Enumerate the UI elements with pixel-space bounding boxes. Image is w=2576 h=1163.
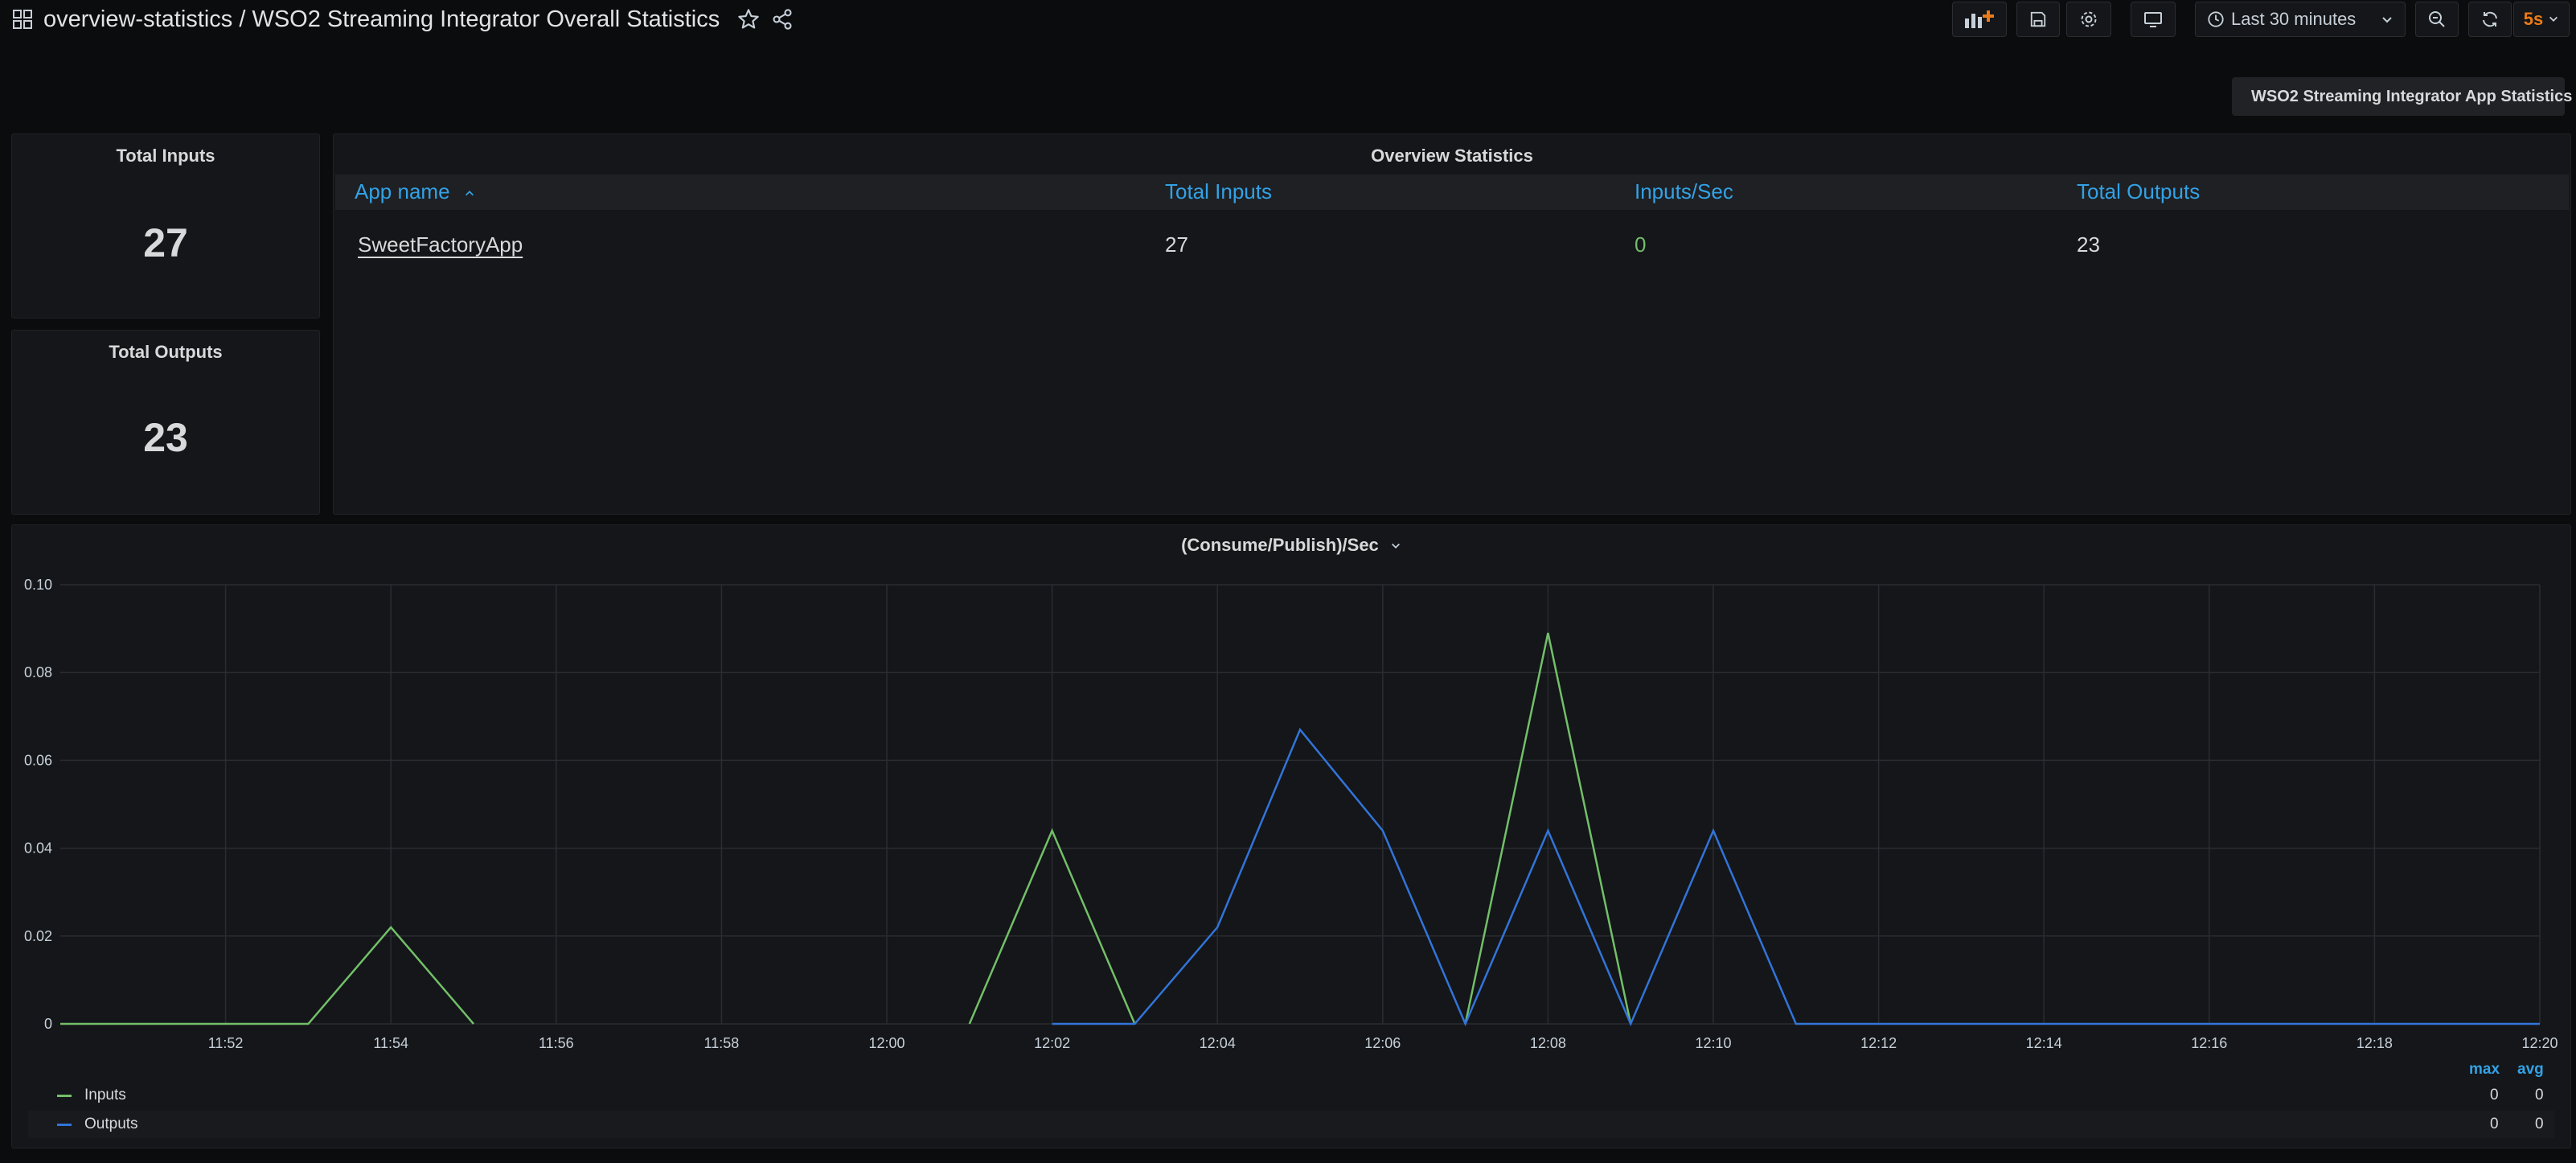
table-header: App name Total Inputs Inputs/Sec Total O… [335,175,2569,210]
zoom-out-icon [2429,11,2445,27]
legend-item-outputs[interactable]: Outputs [28,1111,2554,1138]
view-mode-button[interactable] [2131,2,2176,37]
x-tick-label: 12:00 [868,1035,904,1048]
sort-ascending-icon [465,191,474,196]
column-header-app-name[interactable]: App name [355,179,475,204]
legend-swatch-inputs [57,1094,72,1097]
legend-label-outputs: Outputs [84,1116,138,1132]
total-outputs-title: Total Outputs [109,342,223,362]
apps-icon[interactable] [13,10,32,29]
chevron-down-icon [2382,17,2392,23]
legend-outputs-avg: 0 [2535,1116,2544,1132]
series-line-outputs [1052,727,2540,1027]
y-tick-label: 0.04 [24,840,52,857]
total-outputs-panel: Total Outputs 23 [11,330,320,515]
add-panel-button[interactable] [1952,2,2007,37]
x-tick-label: 11:52 [208,1035,244,1048]
total-outputs-value: 23 [143,415,188,460]
legend-inputs-max: 0 [2490,1087,2499,1103]
legend-header-max[interactable]: max [2469,1061,2500,1079]
zoom-out-button[interactable] [2415,2,2459,37]
gear-icon [2081,11,2097,27]
x-tick-label: 12:06 [1364,1035,1401,1048]
x-tick-label: 12:08 [1530,1035,1566,1048]
top-bar: overview-statistics / WSO2 Streaming Int… [0,0,2576,42]
y-tick-label: 0.06 [24,752,52,768]
column-header-inputs-per-sec[interactable]: Inputs/Sec [1635,179,1733,204]
refresh-interval-label: 5s [2523,9,2544,29]
refresh-icon [2483,11,2497,27]
consume-publish-chart-panel: (Consume/Publish)/Sec 0 0.02 0.04 0.06 0.08 0… [11,524,2571,1149]
app-statistics-link-label: WSO2 Streaming Integrator App Statistics [2251,87,2573,105]
line-chart[interactable]: 0 0.02 0.04 0.06 0.08 0.10 11:52 11:54 11:56 11:5… [12,525,2572,1048]
time-range-label: Last 30 minutes [2231,9,2357,29]
legend-header-avg[interactable]: avg [2517,1061,2544,1079]
column-header-total-inputs[interactable]: Total Inputs [1165,179,1272,204]
app-statistics-link-button[interactable]: WSO2 Streaming Integrator App Statistics [2232,77,2572,116]
refresh-interval-chevron-icon [2549,16,2558,22]
time-range-picker[interactable]: Last 30 minutes [2195,2,2406,37]
y-tick-label: 0.10 [24,577,52,593]
tv-icon [2144,12,2162,27]
legend-inputs-avg: 0 [2535,1087,2544,1103]
share-icon[interactable] [771,8,794,31]
y-tick-label: 0.08 [24,664,52,680]
column-header-total-outputs[interactable]: Total Outputs [2077,179,2200,204]
x-tick-label: 12:02 [1034,1035,1070,1048]
x-tick-label: 11:58 [704,1035,740,1048]
total-inputs-title: Total Inputs [116,146,215,166]
add-panel-icon [1965,10,1994,28]
x-tick-label: 12:04 [1200,1035,1236,1048]
total-inputs-value: 27 [143,220,188,265]
x-tick-label: 12:12 [1860,1035,1897,1048]
series-line-inputs [60,925,474,1025]
clock-icon [2208,11,2224,27]
cell-inputs-per-sec: 0 [1635,232,1647,257]
legend-outputs-max: 0 [2490,1116,2499,1132]
x-tick-label: 12:20 [2521,1035,2558,1048]
x-tick-label: 12:14 [2026,1035,2062,1048]
cell-total-outputs: 23 [2077,232,2100,257]
y-tick-label: 0.02 [24,928,52,944]
save-icon [2030,11,2046,27]
save-button[interactable] [2016,2,2060,37]
overview-statistics-title: Overview Statistics [1371,146,1533,166]
x-tick-label: 12:18 [2357,1035,2393,1048]
x-tick-label: 12:16 [2191,1035,2227,1048]
legend-label-inputs: Inputs [84,1087,126,1103]
x-tick-label: 11:54 [373,1035,408,1048]
legend-item-inputs[interactable]: Inputs [28,1082,2554,1109]
x-tick-label: 12:10 [1695,1035,1731,1048]
cell-total-inputs: 27 [1165,232,1188,257]
app-name-link[interactable]: SweetFactoryApp [358,232,523,257]
total-inputs-panel: Total Inputs 27 [11,134,320,318]
refresh-button[interactable] [2468,2,2512,37]
star-icon[interactable] [737,8,760,31]
x-tick-label: 11:56 [539,1035,574,1048]
dashboard-title[interactable]: overview-statistics / WSO2 Streaming Int… [43,6,720,33]
refresh-interval-picker[interactable]: 5s [2513,2,2570,37]
overview-statistics-panel: Overview Statistics App name Total Input… [333,134,2571,515]
y-tick-label: 0 [44,1016,52,1032]
settings-button[interactable] [2066,2,2111,37]
legend-swatch-outputs [57,1123,72,1126]
